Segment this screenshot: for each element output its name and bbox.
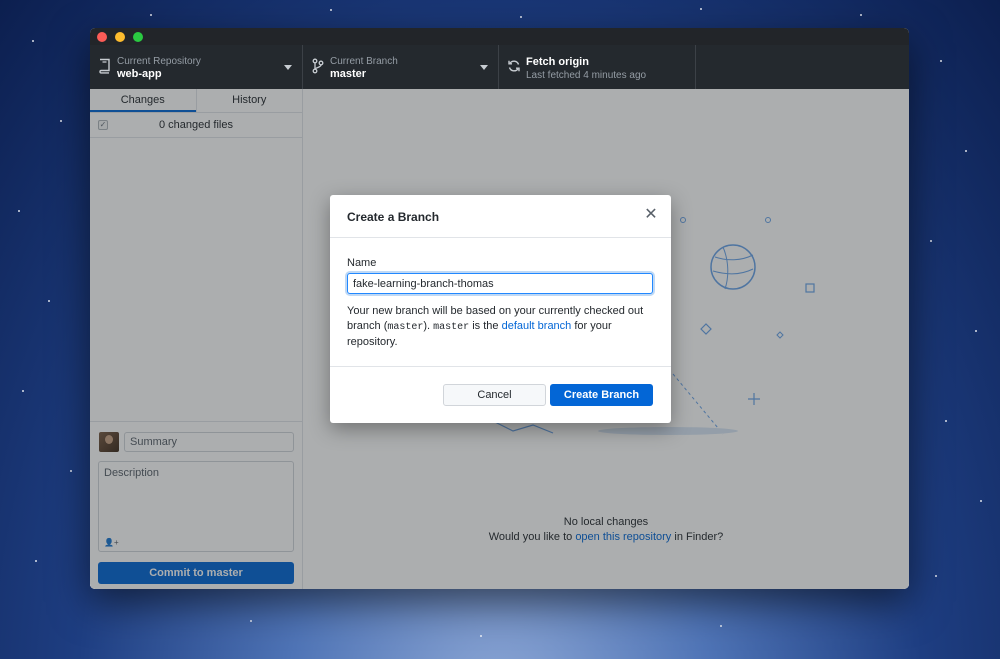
star bbox=[975, 330, 977, 332]
star bbox=[965, 150, 967, 152]
fetch-origin-button[interactable]: Fetch origin Last fetched 4 minutes ago bbox=[499, 45, 696, 89]
dialog-footer: Cancel Create Branch bbox=[330, 367, 671, 422]
cancel-button[interactable]: Cancel bbox=[443, 384, 546, 406]
toolbar: Current Repository web-app Current Branc… bbox=[90, 45, 909, 89]
star bbox=[480, 635, 482, 637]
current-branch-dropdown[interactable]: Current Branch master bbox=[303, 45, 499, 89]
title-bar bbox=[90, 28, 909, 45]
git-branch-icon bbox=[312, 58, 324, 74]
star bbox=[860, 14, 862, 16]
star bbox=[720, 625, 722, 627]
star bbox=[700, 8, 702, 10]
star bbox=[250, 620, 252, 622]
star bbox=[945, 420, 947, 422]
default-branch-link[interactable]: default branch bbox=[502, 320, 572, 332]
branch-name-input[interactable] bbox=[347, 273, 653, 294]
close-icon[interactable]: ✕ bbox=[643, 207, 659, 223]
repository-name: web-app bbox=[117, 68, 162, 80]
zoom-window-button[interactable] bbox=[133, 32, 143, 42]
dialog-header: Create a Branch ✕ bbox=[330, 195, 671, 238]
chevron-down-icon bbox=[284, 65, 292, 70]
star bbox=[940, 60, 942, 62]
branch-name: master bbox=[330, 68, 367, 80]
dialog-body: Name Your new branch will be based on yo… bbox=[330, 238, 671, 367]
repo-icon bbox=[99, 58, 110, 74]
star bbox=[22, 390, 24, 392]
chevron-down-icon bbox=[480, 65, 488, 70]
star bbox=[520, 16, 522, 18]
star bbox=[930, 240, 932, 242]
last-fetched-label: Last fetched 4 minutes ago bbox=[526, 70, 647, 81]
create-branch-dialog: Create a Branch ✕ Name Your new branch w… bbox=[330, 195, 671, 423]
branch-title: Current Branch bbox=[330, 56, 398, 67]
star bbox=[60, 120, 62, 122]
star bbox=[150, 14, 152, 16]
close-window-button[interactable] bbox=[97, 32, 107, 42]
app-window: Current Repository web-app Current Branc… bbox=[90, 28, 909, 589]
star bbox=[935, 575, 937, 577]
help-text-part: ). bbox=[423, 320, 434, 332]
branch-code: master bbox=[387, 322, 424, 333]
sync-icon bbox=[508, 60, 520, 72]
dialog-title: Create a Branch bbox=[347, 210, 440, 224]
star bbox=[48, 300, 50, 302]
branch-code: master bbox=[433, 322, 470, 333]
repository-title: Current Repository bbox=[117, 56, 201, 67]
minimize-window-button[interactable] bbox=[115, 32, 125, 42]
fetch-title: Fetch origin bbox=[526, 56, 589, 68]
star bbox=[18, 210, 20, 212]
current-repository-dropdown[interactable]: Current Repository web-app bbox=[90, 45, 303, 89]
star bbox=[330, 9, 332, 11]
branch-help-text: Your new branch will be based on your cu… bbox=[347, 304, 657, 350]
star bbox=[35, 560, 37, 562]
name-label: Name bbox=[347, 257, 377, 269]
help-text-part: is the bbox=[469, 320, 502, 332]
create-branch-button[interactable]: Create Branch bbox=[550, 384, 653, 406]
star bbox=[980, 500, 982, 502]
star bbox=[32, 40, 34, 42]
star bbox=[70, 470, 72, 472]
